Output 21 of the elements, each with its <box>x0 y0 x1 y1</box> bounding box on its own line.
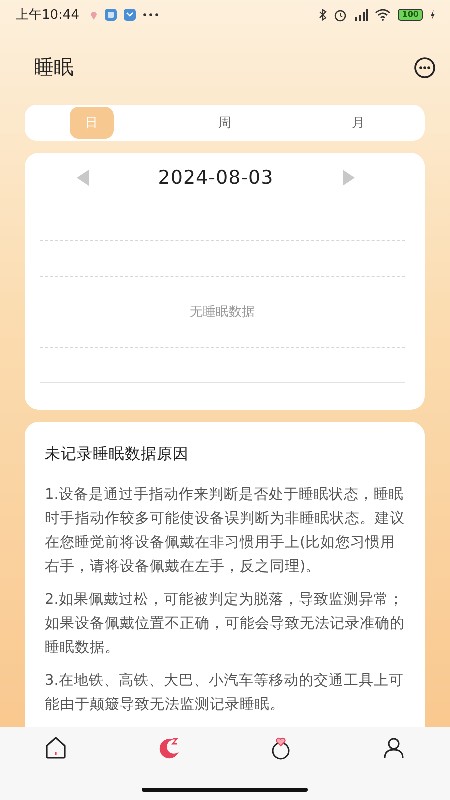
wifi-icon <box>375 9 392 21</box>
empty-message: 无睡眠数据 <box>190 304 255 321</box>
reason-paragraph: 3.在地铁、高铁、大巴、小汽车等移动的交通工具上可能由于颠簸导致无法监测记录睡眠。 <box>45 672 405 715</box>
date-label: 2024-08-03 <box>158 167 274 189</box>
location-icon <box>90 10 98 20</box>
reason-paragraph: 1.设备是通过手指动作来判断是否处于睡眠状态，睡眠时手指动作较多可能使设备误判断为非睡眠状态。建议在您睡觉前将设备佩戴在非习惯用手上(比如您习惯用右手，请将设备佩戴在左手，反之同理)。 <box>45 486 406 577</box>
more-menu-button[interactable] <box>414 56 436 78</box>
period-tab[interactable]: 月 <box>336 107 380 139</box>
alarm-icon <box>334 8 348 22</box>
signal-icon <box>354 9 368 21</box>
reason-paragraph: 2.如果佩戴过松，可能被判定为脱落，导致监测异常；如果设备佩戴位置不正确，可能会导致无法记录准确的睡眠数据。 <box>45 590 406 658</box>
period-tab[interactable]: 周 <box>202 107 247 139</box>
charging-icon <box>430 10 436 20</box>
bluetooth-icon <box>319 9 328 21</box>
status-time: 上午10:44 <box>16 7 80 24</box>
mail-icon <box>124 9 136 21</box>
app-icon <box>105 9 118 21</box>
battery-indicator: 100 <box>398 9 423 21</box>
more-icon <box>143 13 160 17</box>
page-title: 睡眠 <box>34 54 74 81</box>
reasons-title: 未记录睡眠数据原因 <box>45 444 190 465</box>
